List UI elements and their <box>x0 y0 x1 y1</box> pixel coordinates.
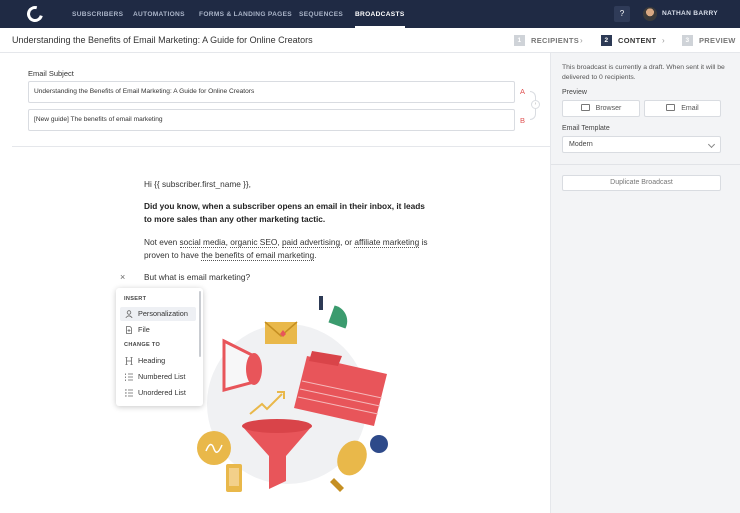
nav-automations[interactable]: AUTOMATIONS <box>133 0 185 28</box>
text: . <box>314 250 317 260</box>
top-nav: SUBSCRIBERS AUTOMATIONS FORMS & LANDING … <box>0 0 740 28</box>
step-separator-icon: › <box>662 36 665 45</box>
text: , or <box>340 237 355 247</box>
email-editor[interactable]: Hi {{ subscriber.first_name }}, Did you … <box>12 148 550 513</box>
subject-a-input[interactable]: Understanding the Benefits of Email Mark… <box>28 81 515 103</box>
envelope-icon <box>666 103 676 111</box>
link-paid-advertising[interactable]: paid advertising <box>281 237 341 248</box>
preview-label: Preview <box>562 89 587 96</box>
numbered-list-icon <box>125 373 133 381</box>
browser-label: Browser <box>595 105 622 112</box>
menu-heading-insert: INSERT <box>124 296 147 302</box>
template-select[interactable]: Modern <box>562 136 721 153</box>
menu-item-unordered-list[interactable]: Unordered List <box>120 386 196 400</box>
nav-sequences[interactable]: SEQUENCES <box>299 0 343 28</box>
step-label: PREVIEW <box>699 36 736 45</box>
subject-b-tag: B <box>520 116 526 125</box>
bold-text: Did you know, when a subscriber opens an… <box>144 201 425 224</box>
text: Not even <box>144 237 180 247</box>
link-benefits[interactable]: the benefits of email marketing <box>201 250 315 261</box>
step-label: CONTENT <box>618 36 657 45</box>
broadcast-header: Understanding the Benefits of Email Mark… <box>0 28 740 53</box>
template-label: Email Template <box>562 125 610 132</box>
draft-note: This broadcast is currently a draft. Whe… <box>562 64 725 81</box>
duplicate-broadcast-button[interactable]: Duplicate Broadcast <box>562 175 721 191</box>
help-button[interactable]: ? <box>614 6 630 22</box>
menu-item-file[interactable]: File <box>120 323 196 337</box>
menu-heading-change-to: CHANGE TO <box>124 342 161 348</box>
nav-broadcasts[interactable]: BROADCASTS <box>355 0 405 28</box>
nav-forms-landing-pages[interactable]: FORMS & LANDING PAGES <box>199 0 292 28</box>
menu-scrollbar[interactable] <box>199 291 201 357</box>
template-value: Modern <box>569 141 593 148</box>
link-social-media[interactable]: social media <box>179 237 226 248</box>
user-name[interactable]: NATHAN BARRY <box>662 0 718 28</box>
step-number: 3 <box>682 34 693 46</box>
subject-a-tag: A <box>520 87 526 96</box>
step-recipients[interactable]: 1 RECIPIENTS <box>514 28 579 53</box>
link-affiliate-marketing[interactable]: affiliate marketing <box>354 237 420 248</box>
subject-label: Email Subject <box>28 69 74 78</box>
heading-icon <box>125 357 133 365</box>
subject-b-input[interactable]: [New guide] The benefits of email market… <box>28 109 515 131</box>
menu-item-label: File <box>138 325 150 334</box>
person-icon <box>125 310 133 318</box>
insert-menu: INSERT Personalization File CHANGE TO He… <box>116 288 203 406</box>
greeting-line[interactable]: Hi {{ subscriber.first_name }}, <box>144 178 434 191</box>
settings-sidebar: This broadcast is currently a draft. Whe… <box>550 53 740 513</box>
sidebar-divider <box>551 164 740 165</box>
question-line[interactable]: But what is email marketing? <box>144 271 434 284</box>
step-separator-icon: › <box>580 36 583 45</box>
link-organic-seo[interactable]: organic SEO <box>230 237 278 248</box>
step-label: RECIPIENTS <box>531 36 580 45</box>
menu-item-label: Heading <box>138 356 166 365</box>
chevron-down-icon <box>707 140 716 149</box>
menu-item-label: Unordered List <box>138 388 186 397</box>
menu-item-numbered-list[interactable]: Numbered List <box>120 370 196 384</box>
preview-browser-button[interactable]: Browser <box>562 100 640 117</box>
nav-subscribers[interactable]: SUBSCRIBERS <box>72 0 123 28</box>
paragraph-2[interactable]: Not even social media, organic SEO, paid… <box>144 236 434 262</box>
preview-email-button[interactable]: Email <box>644 100 721 117</box>
menu-item-label: Personalization <box>138 309 188 318</box>
avatar[interactable] <box>643 7 657 21</box>
unordered-list-icon <box>125 389 133 397</box>
page-title: Understanding the Benefits of Email Mark… <box>12 35 313 45</box>
email-label: Email <box>681 105 699 112</box>
step-content[interactable]: 2 CONTENT <box>601 28 656 53</box>
convertkit-logo-icon[interactable] <box>24 3 46 25</box>
browser-icon <box>580 103 590 111</box>
step-number: 1 <box>514 34 525 46</box>
subject-section: Email Subject Understanding the Benefits… <box>12 53 550 147</box>
bold-paragraph[interactable]: Did you know, when a subscriber opens an… <box>144 200 434 226</box>
step-number: 2 <box>601 34 612 46</box>
step-preview[interactable]: 3 PREVIEW <box>682 28 736 53</box>
menu-item-personalization[interactable]: Personalization <box>120 307 196 321</box>
ab-toggle-icon[interactable]: › <box>531 100 540 109</box>
menu-item-label: Numbered List <box>138 372 186 381</box>
menu-item-heading[interactable]: Heading <box>120 354 196 368</box>
file-icon <box>126 326 132 334</box>
close-menu-icon[interactable]: × <box>120 272 125 282</box>
